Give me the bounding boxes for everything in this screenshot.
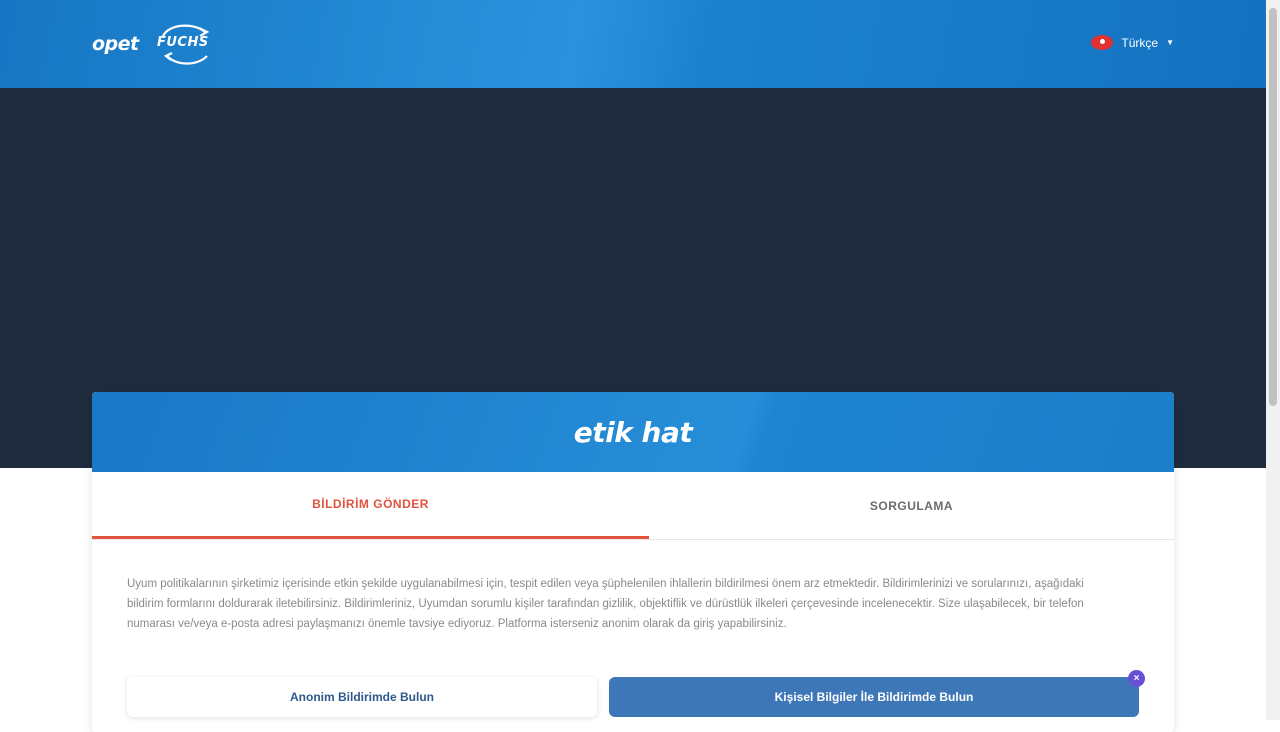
chevron-down-icon: ▼ <box>1166 38 1174 47</box>
language-selector[interactable]: Türkçe ▼ <box>1091 35 1174 50</box>
close-badge-icon[interactable]: × <box>1128 670 1145 687</box>
card-header: etik hat <box>92 392 1174 472</box>
opet-logo[interactable]: opet <box>92 33 139 55</box>
top-header: opet FUCHS Türkçe ▼ <box>0 0 1280 88</box>
ethics-card: etik hat BİLDİRİM GÖNDER SORGULAMA Uyum … <box>92 392 1174 732</box>
fuchs-logo-text: FUCHS <box>157 35 209 50</box>
page-scrollbar[interactable] <box>1266 0 1280 720</box>
scrollbar-thumb[interactable] <box>1269 8 1277 406</box>
tab-send-notification[interactable]: BİLDİRİM GÖNDER <box>92 472 649 539</box>
intro-description: Uyum politikalarının şirketimiz içerisin… <box>127 578 1084 630</box>
tab-inquiry[interactable]: SORGULAMA <box>649 472 1174 539</box>
personal-report-button[interactable]: Kişisel Bilgiler İle Bildirimde Bulun <box>609 677 1139 717</box>
etik-hat-logo: etik hat <box>573 415 693 449</box>
tab-bar: BİLDİRİM GÖNDER SORGULAMA <box>92 472 1174 540</box>
turkey-flag-icon <box>1091 35 1114 50</box>
fuchs-logo[interactable]: FUCHS <box>155 22 215 68</box>
anonymous-report-button[interactable]: Anonim Bildirimde Bulun <box>127 677 597 717</box>
language-label: Türkçe <box>1121 35 1159 50</box>
